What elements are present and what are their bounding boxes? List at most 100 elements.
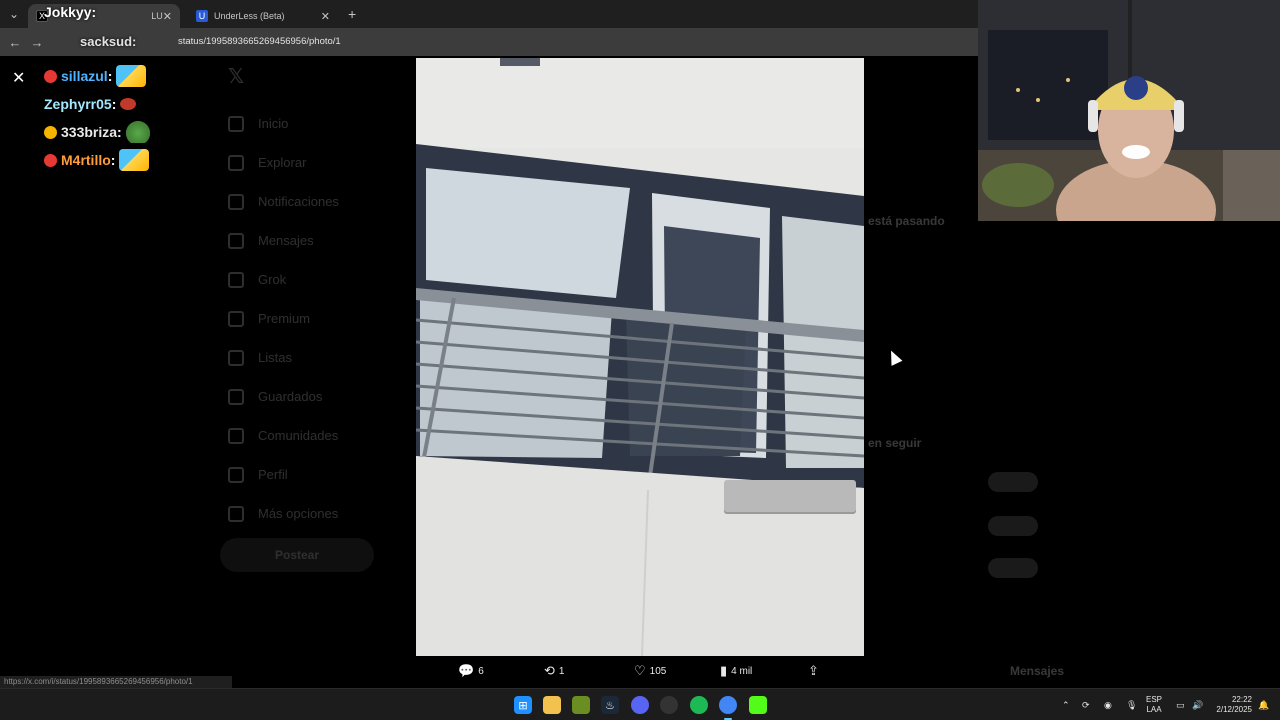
nav-item-icon [228, 427, 244, 444]
address-bar: ← → status/1995893665269456956/photo/1 [0, 28, 978, 56]
tray-shield-icon[interactable]: ◉ [1104, 689, 1112, 720]
photo-overlay-button[interactable] [724, 480, 856, 514]
chat-username: M4rtillo [61, 152, 111, 168]
post-button[interactable]: Postear [220, 538, 374, 572]
x-nav-item[interactable]: Comunidades [228, 416, 339, 455]
nav-item-label: Listas [258, 350, 292, 365]
who-to-follow-heading: en seguir [868, 436, 922, 450]
chat-separator: : [107, 68, 113, 84]
close-icon[interactable]: ✕ [12, 68, 25, 88]
app-circle-icon[interactable] [660, 696, 678, 714]
like-button[interactable]: ♡ 105 [634, 663, 666, 679]
forward-arrow-icon[interactable]: → [26, 35, 48, 50]
nav-item-label: Explorar [258, 155, 307, 170]
balcony-photo [416, 58, 864, 656]
app-icon[interactable] [572, 696, 590, 714]
nav-item-icon [228, 271, 244, 288]
chat-separator: : [110, 152, 116, 168]
chat-user-top-2: sacksud: [80, 34, 137, 49]
nav-item-icon [228, 154, 244, 171]
share-icon: ⇪ [808, 663, 819, 678]
tab-search-menu-icon[interactable]: ⌄ [0, 0, 28, 28]
repost-icon: ⟲ [544, 663, 555, 678]
discord-icon[interactable] [631, 696, 649, 714]
language-indicator[interactable]: ESP LAA [1146, 695, 1162, 715]
underless-favicon-icon: U [196, 10, 208, 22]
share-button[interactable]: ⇪ [808, 663, 823, 679]
webcam-feed [978, 0, 1280, 221]
x-nav-item[interactable]: Mensajes [228, 221, 339, 260]
nav-item-label: Más opciones [258, 506, 339, 521]
x-nav: Inicio Explorar Notificaciones Mensajes Grok… [228, 104, 339, 533]
x-nav-item[interactable]: Notificaciones [228, 182, 339, 221]
reply-count: 6 [478, 665, 484, 677]
volume-icon[interactable]: 🔊 [1192, 689, 1203, 720]
chrome-icon[interactable] [719, 696, 737, 714]
streamer-webcam [978, 0, 1280, 221]
photo-actions-bar: 💬 6 ⟲ 1 ♡ 105 ▮ 4 mil ⇪ [416, 660, 864, 684]
x-nav-item[interactable]: Guardados [228, 377, 339, 416]
nav-item-label: Mensajes [258, 233, 314, 248]
photo-viewer-image[interactable] [416, 58, 864, 656]
chat-emote-icon [119, 149, 150, 171]
chat-message: Zephyrr05: [44, 90, 150, 118]
x-nav-item[interactable]: Listas [228, 338, 339, 377]
reply-icon: 💬 [458, 663, 475, 678]
chat-badge-icon [44, 153, 57, 167]
tab-close-icon[interactable]: ✕ [163, 10, 172, 23]
clock-date: 2/12/2025 [1216, 705, 1252, 714]
x-nav-item[interactable]: Explorar [228, 143, 339, 182]
happening-heading: está pasando [868, 214, 945, 228]
file-explorer-icon[interactable] [543, 696, 561, 714]
views-button[interactable]: ▮ 4 mil [720, 663, 752, 679]
chat-message: sillazul: [44, 62, 150, 90]
chat-badge-icon [44, 69, 57, 83]
tab-underless[interactable]: U UnderLess (Beta) ✕ [188, 4, 338, 28]
x-nav-item[interactable]: Premium [228, 299, 339, 338]
tray-mic-icon[interactable]: 🎙 [1126, 689, 1137, 720]
nav-item-icon [228, 193, 244, 210]
messages-drawer-label[interactable]: Mensajes [1010, 664, 1064, 678]
stream-chat-overlay: sillazul: Zephyrr05:333briza: M4rtillo: [44, 62, 150, 174]
x-nav-item[interactable]: Perfil [228, 455, 339, 494]
new-tab-icon[interactable]: + [348, 6, 356, 22]
tray-sync-icon[interactable]: ⟳ [1082, 689, 1090, 720]
heart-icon: ♡ [634, 663, 646, 678]
lang-top: ESP [1146, 695, 1163, 704]
chat-username: sillazul [61, 68, 108, 84]
tab-title: UnderLess (Beta) [214, 11, 285, 21]
chat-separator: : [111, 96, 117, 112]
repost-button[interactable]: ⟲ 1 [544, 663, 564, 679]
link-status-bar: https://x.com/i/status/19958936652694569… [0, 676, 232, 688]
x-nav-item[interactable]: Inicio [228, 104, 339, 143]
x-nav-item[interactable]: Más opciones [228, 494, 339, 533]
tray-chevron-icon[interactable]: ⌃ [1062, 689, 1070, 720]
nav-item-label: Notificaciones [258, 194, 339, 209]
steam-icon[interactable]: ♨ [601, 696, 619, 714]
nav-item-icon [228, 466, 244, 483]
follow-button[interactable] [988, 472, 1038, 492]
notification-bell-icon[interactable]: 🔔 [1258, 689, 1269, 720]
reply-button[interactable]: 💬 6 [458, 663, 484, 679]
network-icon[interactable]: ▭ [1176, 689, 1185, 720]
x-right-backdrop-2: Mensajes [978, 440, 1280, 680]
x-nav-item[interactable]: Grok [228, 260, 339, 299]
windows-start-icon[interactable]: ⊞ [514, 696, 532, 714]
clock-time: 22:22 [1231, 695, 1252, 704]
nav-item-icon [228, 505, 244, 522]
nav-item-label: Premium [258, 311, 311, 326]
chat-emote-icon [116, 65, 147, 87]
chat-message: M4rtillo: [44, 146, 150, 174]
follow-button[interactable] [988, 558, 1038, 578]
follow-button[interactable] [988, 516, 1038, 536]
taskbar-clock[interactable]: 22:22 2/12/2025 [1208, 695, 1252, 715]
spotify-icon[interactable] [690, 696, 708, 714]
url-field[interactable]: status/1995893665269456956/photo/1 [178, 36, 341, 47]
kick-icon[interactable] [749, 696, 767, 714]
tab-close-icon[interactable]: ✕ [321, 10, 330, 23]
repost-count: 1 [558, 665, 565, 677]
back-arrow-icon[interactable]: ← [4, 35, 26, 50]
chat-emote-icon [120, 98, 137, 110]
browser-tab-bar: ⌄ X LU ✕ U UnderLess (Beta) ✕ + [0, 0, 978, 28]
nav-item-label: Guardados [258, 389, 323, 404]
